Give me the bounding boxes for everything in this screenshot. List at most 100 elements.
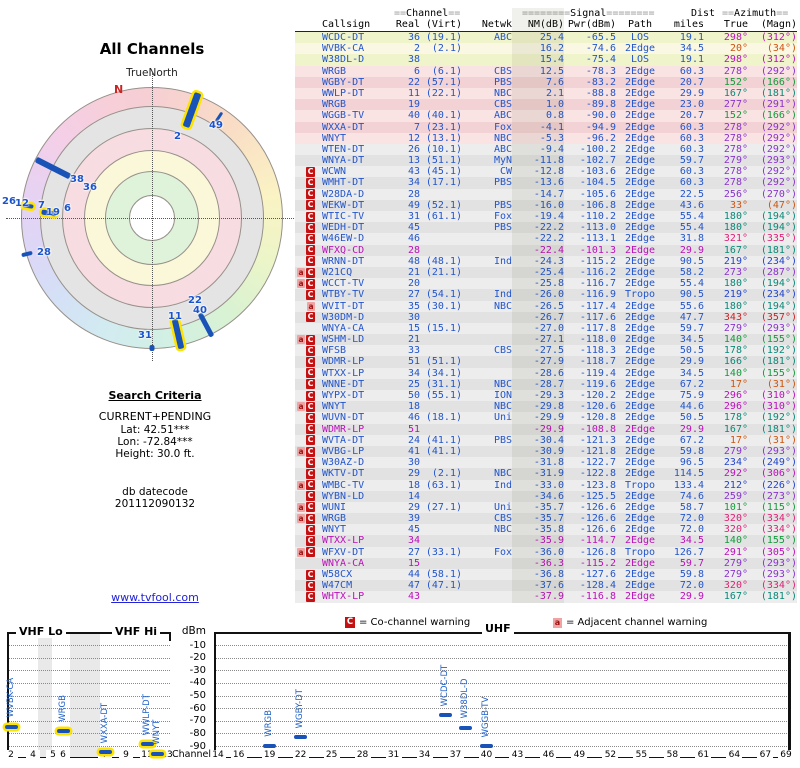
col-true: True [723,19,748,31]
cell-nm: 12.5 [539,65,564,77]
cell-path: 2Edge [624,591,656,603]
cell-az-magn: (234°) [760,255,797,267]
cell-real: 28 [407,188,420,200]
radar-channel-label: 36 [83,182,97,193]
cell-callsign: W38DL-D [322,54,365,66]
cell-virt: (54.1) [425,289,462,301]
cell-real: 15 [407,322,420,334]
radar-channel-label: 49 [209,120,223,131]
cell-nm: -35.9 [533,535,564,547]
gridline [215,682,789,684]
cell-nm: -29.3 [533,390,564,401]
cell-path: 2Edge [624,557,656,569]
radar-channel-marker [149,345,155,351]
table-row: C WTXX-LP 34 (34.1) -28.6 -119.4 2Edge 34.5 140°… [295,367,797,379]
cell-az-true: 234° [723,457,748,469]
signal-bar [98,750,112,755]
cell-real: 36 [407,32,420,43]
cell-real: 29 [407,501,420,513]
cell-callsign: WFXV-DT [322,546,365,558]
dbm-tick-label: -20 [189,652,206,664]
cell-path: 2Edge [624,580,656,592]
cell-path: 2Edge [624,222,656,234]
cell-real: 15 [407,557,420,569]
tvfool-link[interactable]: www.tvfool.com [55,591,255,604]
cell-az-magn: (312°) [760,54,797,66]
cell-path: 2Edge [624,434,656,446]
cell-miles: 29.9 [679,356,704,368]
cell-virt: (2.1) [431,43,462,55]
header-group-signal: ========Signal======== [522,8,654,19]
cell-callsign: WSHM-LD [322,334,365,346]
table-row: C WYBN-LD 14 -34.6 -125.5 2Edge 74.6 259° (273°) [295,490,797,502]
warning-gutter: C [295,177,318,189]
cell-real: 22 [407,76,420,88]
warning-gutter: aC [295,334,318,345]
cell-az-true: 320° [723,524,748,536]
cell-az-true: 140° [723,367,748,379]
cell-az-magn: (192°) [760,412,797,424]
table-row: WGBY-DT 22 (57.1) PBS 7.6 -83.2 2Edge 20.7 152° (… [295,76,797,88]
cell-nm: 0.8 [545,110,564,122]
cell-path: 2Edge [624,166,656,178]
cell-az-true: 296° [723,401,748,413]
channel-tick-label: 37 [447,750,464,760]
cell-pwr: -105.6 [579,188,616,200]
signal-bar-label: WVBK-CA [5,677,16,718]
signal-bar [263,743,277,748]
cell-miles: 59.7 [679,322,704,334]
co-channel-warning-icon: C [306,233,315,244]
cell-az-true: 180° [723,222,748,234]
cell-miles: 59.7 [679,155,704,167]
cell-az-magn: (31°) [766,378,797,390]
cell-pwr: -103.6 [579,166,616,178]
cell-netwk: CW [499,166,512,178]
cell-netwk: NBC [493,132,512,144]
cell-az-true: 279° [723,445,748,457]
warning-gutter: C [295,412,318,423]
cell-path: 2Edge [624,457,656,469]
cell-az-magn: (334°) [760,524,797,536]
cell-nm: -31.8 [533,457,564,469]
cell-path: 2Edge [624,255,656,267]
channel-tick-label: 69 [777,750,794,760]
cell-nm: -26.7 [533,311,564,323]
cell-virt: (21.1) [425,266,462,278]
cell-path: LOS [630,54,650,66]
vhf-lo-label: VHF Lo [16,625,66,638]
adjacent-channel-warning-icon: a [297,447,305,457]
warning-gutter: C [295,368,318,379]
cell-miles: 60.3 [679,132,704,144]
adjacent-channel-warning-label: = Adjacent channel warning [566,617,708,628]
dbm-tick-label: -10 [189,639,206,651]
co-channel-warning-icon: C [306,491,315,502]
cell-callsign: WNYT [322,401,347,413]
cell-virt: (27.1) [425,501,462,513]
co-channel-warning-icon: C [306,345,315,356]
co-channel-warning-icon: C [306,245,315,256]
cell-az-magn: (310°) [760,390,797,401]
radar-crosshair-vertical [152,73,153,361]
cell-az-true: 166° [723,356,748,368]
cell-nm: -29.8 [533,401,564,413]
table-row: C WYPX-DT 50 (55.1) ION -29.3 -120.2 2Edge 75.9 2… [295,390,797,402]
warning-gutter: C [295,591,318,602]
cell-real: 49 [407,199,420,211]
warning-gutter: aC [295,513,318,524]
col-nm: NM(dB) [527,19,564,31]
cell-path: Tropo [624,289,656,301]
cell-netwk: NBC [493,378,512,390]
cell-miles: 59.8 [679,569,704,580]
cell-callsign: WGBY-DT [322,76,365,88]
cell-miles: 34.5 [679,334,704,346]
cell-az-true: 180° [723,278,748,290]
adjacent-channel-warning-icon: a [297,268,305,278]
cell-az-true: 273° [723,266,748,278]
warning-gutter: aC [295,401,318,412]
dbm-tick-label: -60 [189,702,206,714]
cell-netwk: ION [493,390,512,401]
cell-nm: -33.0 [533,479,564,491]
cell-nm: -16.0 [533,199,564,211]
signal-bar [294,735,308,740]
cell-real: 30 [407,457,420,469]
